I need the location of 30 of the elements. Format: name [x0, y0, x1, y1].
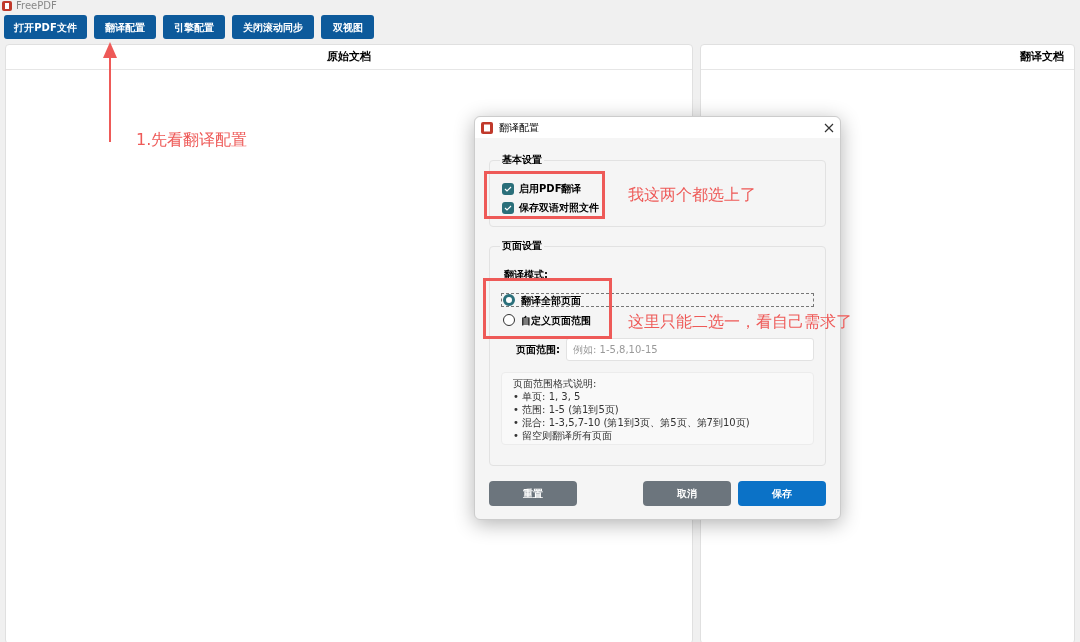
checkbox-label: 保存双语对照文件 [519, 201, 599, 215]
annotation-text: 我这两个都选上了 [628, 184, 756, 206]
toolbar-button[interactable]: 引擎配置 [163, 15, 225, 39]
toolbar-button[interactable]: 关闭滚动同步 [232, 15, 314, 39]
page-range-field[interactable]: 例如: 1-5,8,10-15 [566, 338, 814, 361]
checkbox-label: 启用PDF翻译 [519, 182, 582, 196]
radio-button[interactable] [503, 294, 515, 306]
dialog-button[interactable]: 保存 [738, 481, 826, 506]
close-icon[interactable] [824, 122, 834, 133]
panel-header: 翻译文档 [701, 45, 1074, 70]
toolbar-button[interactable]: 打开PDF文件 [4, 15, 87, 39]
field-label: 页面范围: [516, 343, 560, 357]
radio-button[interactable] [503, 314, 515, 326]
annotation-text: 1.先看翻译配置 [136, 129, 248, 151]
help-text: 页面范围格式说明: • 单页: 1, 3, 5 • 范围: 1-5 (第1到5页) • 混合: 1-3,5,7-10 (第1到3页、第5页、第7到10页) • 留空则翻译所有页面 [501, 372, 814, 445]
checkbox[interactable] [502, 201, 514, 214]
radio-label: 翻译全部页面 [521, 293, 581, 308]
dialog-button[interactable]: 取消 [643, 481, 731, 506]
annotation-text: 这里只能二选一，看自己需求了 [628, 311, 852, 333]
radio-label: 自定义页面范围 [521, 313, 591, 328]
app-logo-icon [481, 121, 493, 134]
dialog-title: 翻译配置 [499, 121, 539, 135]
window-title: FreePDF [16, 0, 57, 11]
checkbox[interactable] [502, 182, 514, 195]
group-title: 页面设置 [500, 238, 544, 253]
dialog-button[interactable]: 重置 [489, 481, 577, 506]
group-title: 基本设置 [500, 152, 544, 167]
toolbar-button[interactable]: 翻译配置 [94, 15, 156, 39]
app-logo-icon [2, 0, 12, 11]
toolbar-button[interactable]: 双视图 [321, 15, 374, 39]
